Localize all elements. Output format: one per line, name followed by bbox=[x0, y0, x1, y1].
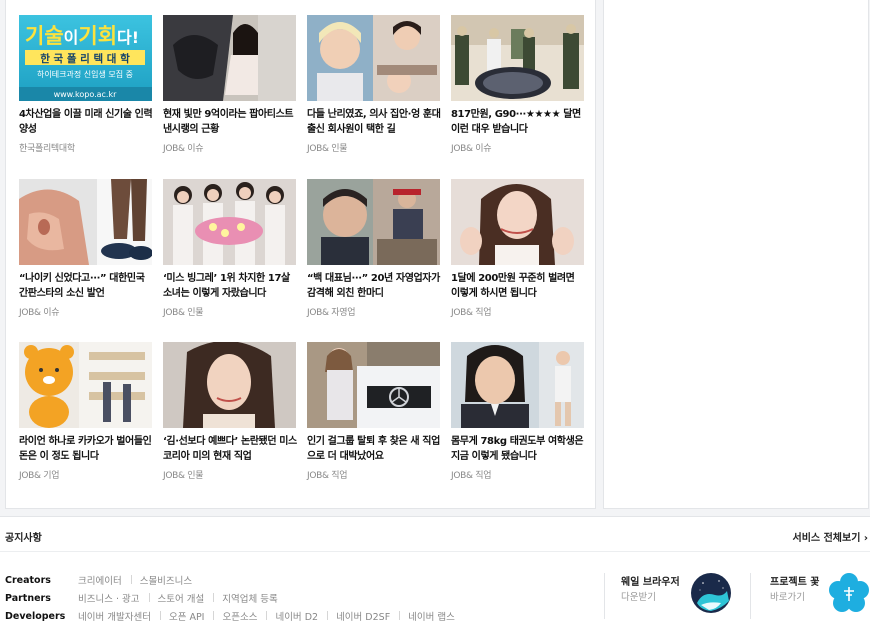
footer-link[interactable]: 네이버 D2SF bbox=[327, 609, 399, 623]
footer-row-heading[interactable]: Partners bbox=[5, 593, 78, 604]
footer-link-row: Partners 비즈니스 · 광고 스토어 개설 지역업체 등록 bbox=[5, 591, 287, 606]
news-card[interactable]: 몸무게 78kg 태권도부 여학생은 지금 이렇게 됐습니다 JOB& 직업 bbox=[451, 342, 585, 481]
news-card[interactable]: 인기 걸그룹 탈퇴 후 찾은 새 직업으로 더 대박났어요 JOB& 직업 bbox=[307, 342, 441, 481]
news-title[interactable]: 라이언 하나로 카카오가 벌어들인 돈은 이 정도 됩니다 bbox=[19, 434, 153, 464]
news-title[interactable]: ‘미스 빙그레’ 1위 차지한 17살 소녀는 이렇게 자랐습니다 bbox=[163, 271, 297, 301]
news-title[interactable]: 인기 걸그룹 탈퇴 후 찾은 새 직업으로 더 대박났어요 bbox=[307, 434, 441, 464]
svg-text:기술이기회다!: 기술이기회다! bbox=[25, 24, 139, 48]
news-thumbnail[interactable] bbox=[163, 342, 296, 428]
footer-link[interactable]: 비즈니스 · 광고 bbox=[78, 591, 149, 605]
news-thumbnail[interactable] bbox=[451, 15, 584, 101]
news-title[interactable]: 몸무게 78kg 태권도부 여학생은 지금 이렇게 됐습니다 bbox=[451, 434, 585, 464]
footer-link-row: Creators 크리에이터 스몰비즈니스 bbox=[5, 573, 201, 588]
news-source: JOB& 이슈 bbox=[451, 144, 492, 154]
svg-text:하이테크과정 신입생 모집 중: 하이테크과정 신입생 모집 중 bbox=[37, 69, 133, 79]
footer-link[interactable]: 오픈 API bbox=[159, 609, 214, 623]
news-source: JOB& 이슈 bbox=[19, 308, 60, 318]
footer-link[interactable]: 지역업체 등록 bbox=[213, 591, 286, 605]
footer-row-heading[interactable]: Creators bbox=[5, 575, 78, 586]
footer-divider-vertical bbox=[750, 573, 751, 619]
whale-icon[interactable] bbox=[691, 573, 731, 613]
right-sidebar bbox=[603, 0, 869, 509]
footer-link[interactable]: 스토어 개설 bbox=[148, 591, 214, 605]
news-source: JOB& 자영업 bbox=[307, 308, 356, 318]
news-title[interactable]: 4차산업을 이끌 미래 신기술 인력 양성 bbox=[19, 107, 153, 137]
project-flower-link[interactable]: 바로가기 bbox=[770, 589, 805, 603]
news-thumbnail[interactable] bbox=[451, 179, 584, 265]
news-thumbnail[interactable] bbox=[307, 342, 440, 428]
news-card[interactable]: 기술이기회다! 한 국 폴 리 텍 대 학 하이테크과정 신입생 모집 중 ww… bbox=[19, 15, 153, 154]
news-thumbnail[interactable] bbox=[451, 342, 584, 428]
whale-browser-title[interactable]: 웨일 브라우저 bbox=[621, 573, 680, 588]
footer-link-row: Developers 네이버 개발자센터 오픈 API 오픈소스 네이버 D2 네이버 D… bbox=[5, 609, 464, 624]
footer-link[interactable]: 네이버 D2 bbox=[266, 609, 327, 623]
footer-link[interactable]: 네이버 랩스 bbox=[399, 609, 464, 623]
news-thumbnail[interactable]: 기술이기회다! 한 국 폴 리 텍 대 학 하이테크과정 신입생 모집 중 ww… bbox=[19, 15, 152, 101]
whale-download-link[interactable]: 다운받기 bbox=[621, 589, 656, 603]
service-all-link[interactable]: 서비스 전체보기 › bbox=[793, 529, 868, 544]
news-source: JOB& 직업 bbox=[451, 471, 492, 481]
footer-divider-vertical bbox=[604, 573, 605, 619]
project-flower-title[interactable]: 프로젝트 꽃 bbox=[770, 573, 819, 588]
svg-text:한 국 폴 리 텍 대 학: 한 국 폴 리 텍 대 학 bbox=[40, 52, 130, 65]
news-thumbnail[interactable] bbox=[19, 342, 152, 428]
news-title[interactable]: 1달에 200만원 꾸준히 벌려면 이렇게 하시면 됩니다 bbox=[451, 271, 585, 301]
news-source: JOB& 직업 bbox=[451, 308, 492, 318]
news-card[interactable]: 다들 난리였죠, 의사 집안·엉 훈대 출신 회사원이 택한 길 JOB& 인물 bbox=[307, 15, 441, 154]
news-source: JOB& 이슈 bbox=[163, 144, 204, 154]
news-card[interactable]: “백 대표님···” 20년 자영업자가 감격해 외친 한마디 JOB& 자영업 bbox=[307, 179, 441, 318]
news-source: JOB& 인물 bbox=[307, 144, 348, 154]
news-source: 한국폴리텍대학 bbox=[19, 144, 75, 154]
news-thumbnail[interactable] bbox=[19, 179, 152, 265]
footer-link[interactable]: 스몰비즈니스 bbox=[130, 573, 201, 587]
news-thumbnail[interactable] bbox=[307, 179, 440, 265]
footer: 공지사항 서비스 전체보기 › Creators 크리에이터 스몰비즈니스 Partn… bbox=[0, 516, 870, 628]
footer-link[interactable]: 오픈소스 bbox=[213, 609, 266, 623]
news-title[interactable]: “나이키 신었다고···” 대한민국 간판스타의 소신 발언 bbox=[19, 271, 153, 301]
news-thumbnail[interactable] bbox=[163, 15, 296, 101]
news-thumbnail[interactable] bbox=[307, 15, 440, 101]
news-source: JOB& 직업 bbox=[307, 471, 348, 481]
news-title[interactable]: 현재 빛만 9억이라는 팝아티스트 낸시랭의 근황 bbox=[163, 107, 297, 137]
news-card[interactable]: ‘김·선보다 예쁘다’ 논란됐던 미스코리아 미의 현재 직업 JOB& 인물 bbox=[163, 342, 297, 481]
news-thumbnail[interactable] bbox=[163, 179, 296, 265]
news-title[interactable]: 817만원, G90···★★★★ 달면 이런 대우 받습니다 bbox=[451, 107, 585, 137]
news-source: JOB& 기업 bbox=[19, 471, 60, 481]
news-card[interactable]: 현재 빛만 9억이라는 팝아티스트 낸시랭의 근황 JOB& 이슈 bbox=[163, 15, 297, 154]
footer-row-heading[interactable]: Developers bbox=[5, 611, 78, 622]
news-card[interactable]: “나이키 신었다고···” 대한민국 간판스타의 소신 발언 JOB& 이슈 bbox=[19, 179, 153, 318]
news-card[interactable]: 1달에 200만원 꾸준히 벌려면 이렇게 하시면 됩니다 JOB& 직업 bbox=[451, 179, 585, 318]
svg-text:www.kopo.ac.kr: www.kopo.ac.kr bbox=[54, 90, 118, 99]
news-source: JOB& 인물 bbox=[163, 308, 204, 318]
news-source: JOB& 인물 bbox=[163, 471, 204, 481]
news-card[interactable]: ‘미스 빙그레’ 1위 차지한 17살 소녀는 이렇게 자랐습니다 JOB& 인물 bbox=[163, 179, 297, 318]
footer-link[interactable]: 네이버 개발자센터 bbox=[78, 609, 160, 623]
footer-divider bbox=[0, 551, 870, 552]
news-title[interactable]: ‘김·선보다 예쁘다’ 논란됐던 미스코리아 미의 현재 직업 bbox=[163, 434, 297, 464]
flower-icon[interactable] bbox=[829, 573, 869, 613]
news-card[interactable]: 817만원, G90···★★★★ 달면 이런 대우 받습니다 JOB& 이슈 bbox=[451, 15, 585, 154]
footer-link[interactable]: 크리에이터 bbox=[78, 573, 131, 587]
news-card[interactable]: 라이언 하나로 카카오가 벌어들인 돈은 이 정도 됩니다 JOB& 기업 bbox=[19, 342, 153, 481]
notice-link[interactable]: 공지사항 bbox=[5, 529, 42, 544]
news-title[interactable]: 다들 난리였죠, 의사 집안·엉 훈대 출신 회사원이 택한 길 bbox=[307, 107, 441, 137]
news-panel: 기술이기회다! 한 국 폴 리 텍 대 학 하이테크과정 신입생 모집 중 ww… bbox=[5, 0, 596, 509]
news-title[interactable]: “백 대표님···” 20년 자영업자가 감격해 외친 한마디 bbox=[307, 271, 441, 301]
